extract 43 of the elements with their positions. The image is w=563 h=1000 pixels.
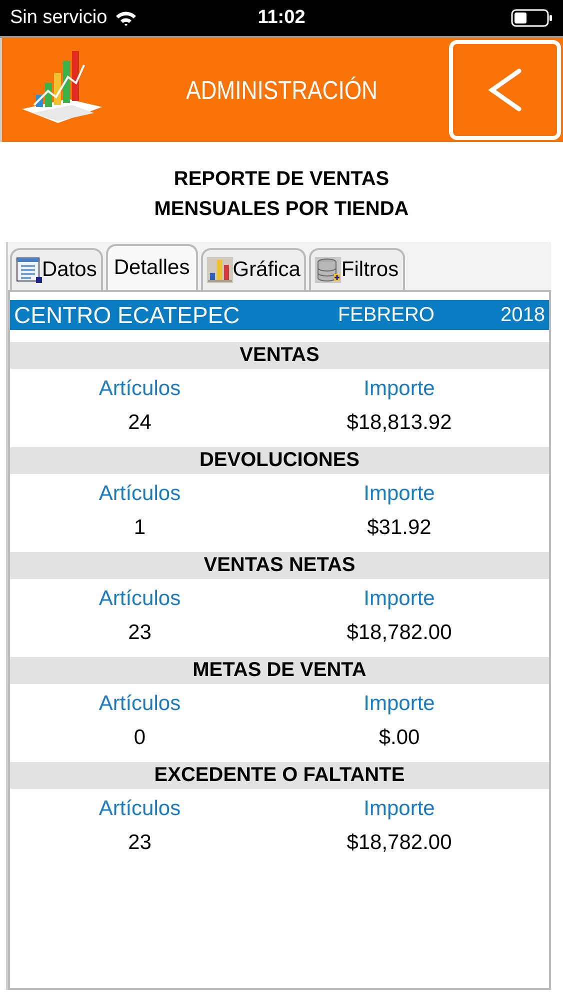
month-text: FEBRERO: [338, 304, 434, 326]
battery-icon: [511, 8, 553, 28]
clock-time: 11:02: [258, 7, 306, 29]
column-label: Importe: [362, 482, 436, 506]
column-label: Artículos: [98, 797, 182, 821]
store-name: CENTRO ECATEPEC: [14, 302, 241, 328]
articles-value: 1: [132, 516, 147, 540]
articles-value: 23: [127, 621, 152, 645]
column-label: Importe: [362, 797, 436, 821]
header-title: ADMINISTRACIÓN: [184, 74, 379, 106]
section-title: METAS DE VENTA: [192, 659, 366, 681]
carrier-text: Sin servicio: [10, 7, 108, 29]
section-title: VENTAS: [240, 344, 320, 366]
column-label: Importe: [362, 692, 436, 716]
amount-value: $18,782.00: [346, 621, 453, 645]
tab[interactable]: Detalles: [106, 244, 198, 290]
tab[interactable]: Datos: [10, 248, 103, 290]
tab[interactable]: Gráfica: [200, 248, 306, 290]
chevron-left-icon: [487, 68, 523, 112]
back-button[interactable]: [449, 40, 561, 140]
articles-value: 0: [132, 726, 147, 750]
database-icon: [315, 257, 342, 283]
section-title: VENTAS NETAS: [204, 554, 356, 576]
section-title: EXCEDENTE O FALTANTE: [154, 764, 405, 786]
section-title: DEVOLUCIONES: [199, 449, 360, 471]
column-label: Importe: [362, 377, 436, 401]
wifi-icon: [115, 10, 138, 26]
tab[interactable]: Filtros: [309, 248, 405, 290]
amount-value: $.00: [378, 726, 421, 750]
column-label: Importe: [362, 587, 436, 611]
report-title: REPORTE DE VENTAS MENSUALES POR TIENDA: [154, 168, 409, 220]
amount-value: $31.92: [366, 516, 432, 540]
column-label: Artículos: [98, 587, 182, 611]
articles-value: 24: [127, 411, 152, 435]
document-icon: [16, 257, 42, 283]
year-text: 2018: [500, 304, 545, 326]
articles-value: 23: [127, 831, 152, 855]
amount-value: $18,782.00: [346, 831, 453, 855]
amount-value: $18,813.92: [346, 411, 453, 435]
column-label: Artículos: [98, 377, 182, 401]
column-label: Artículos: [98, 482, 182, 506]
column-label: Artículos: [98, 692, 182, 716]
bar-chart-icon: [206, 257, 233, 283]
